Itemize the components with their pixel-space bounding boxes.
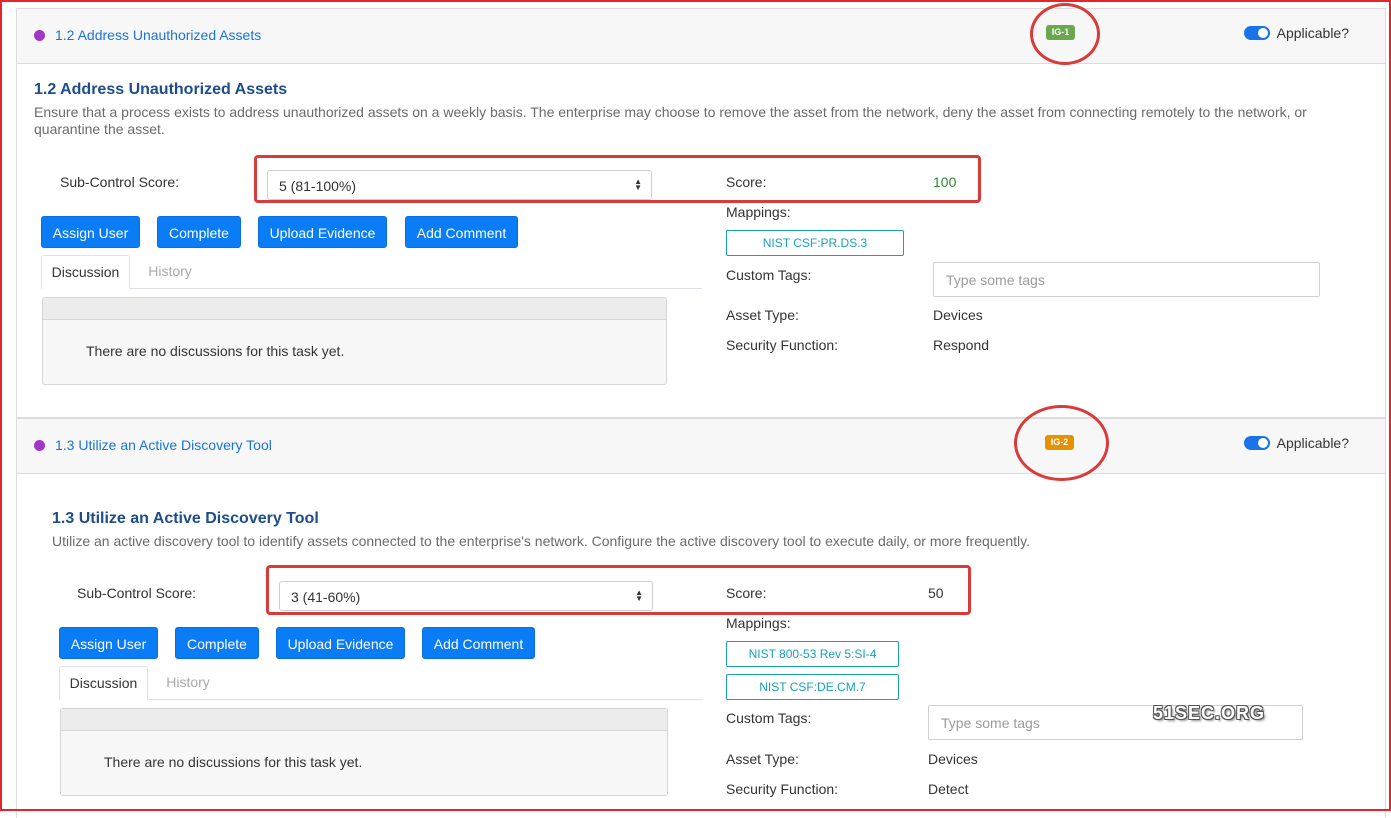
mapping-tag[interactable]: NIST CSF:DE.CM.7 [726,674,899,700]
custom-tags-label: Custom Tags: [726,267,812,283]
control-title: 1.3 Utilize an Active Discovery Tool [52,510,319,527]
upload-evidence-button[interactable]: Upload Evidence [276,627,405,659]
complete-button[interactable]: Complete [175,627,259,659]
control-header-title[interactable]: 1.3 Utilize an Active Discovery Tool [55,437,272,453]
tab-discussion[interactable]: Discussion [59,666,148,700]
control-title: 1.2 Address Unauthorized Assets [34,81,288,98]
annotation-box [266,565,971,615]
tab-history[interactable]: History [130,255,210,289]
discussion-panel: There are no discussions for this task y… [42,297,667,385]
mapping-tag[interactable]: NIST CSF:PR.DS.3 [726,230,904,256]
status-dot-icon [34,30,45,41]
applicable-toggle[interactable] [1243,436,1270,450]
asset-type-label: Asset Type: [726,751,799,767]
status-dot-icon [34,440,45,451]
control-description: Ensure that a process exists to address … [34,104,1307,137]
discussion-panel-header [43,298,666,320]
applicable-label: Applicable? [1276,25,1349,41]
annotation-circle [1030,3,1100,65]
custom-tags-label: Custom Tags: [726,710,812,726]
control-description: Utilize an active discovery tool to iden… [52,533,1030,549]
custom-tags-input[interactable]: Type some tags [933,262,1320,297]
control-card-1-2: 1.2 Address Unauthorized Assets IG-1 App… [16,3,1386,418]
control-card-1-3: 1.3 Utilize an Active Discovery Tool IG-… [16,405,1386,818]
empty-discussion-message: There are no discussions for this task y… [86,343,345,359]
empty-discussion-message: There are no discussions for this task y… [104,754,363,770]
applicable-label: Applicable? [1276,435,1349,451]
tab-history[interactable]: History [148,666,228,700]
applicable-toggle-group[interactable]: Applicable? [1243,25,1349,41]
complete-button[interactable]: Complete [157,216,241,248]
add-comment-button[interactable]: Add Comment [405,216,518,248]
assign-user-button[interactable]: Assign User [41,216,140,248]
mappings-label: Mappings: [726,204,791,220]
tab-discussion[interactable]: Discussion [41,255,130,289]
control-header[interactable]: 1.2 Address Unauthorized Assets IG-1 App… [17,3,1385,65]
discussion-tabs: Discussion History [59,666,703,700]
annotation-box [254,155,981,203]
asset-type-value: Devices [928,751,978,767]
subcontrol-score-label: Sub-Control Score: [77,585,197,601]
applicable-toggle[interactable] [1243,26,1270,40]
security-function-value: Respond [933,337,990,353]
add-comment-button[interactable]: Add Comment [422,627,535,659]
security-function-label: Security Function: [726,337,839,353]
discussion-panel: There are no discussions for this task y… [60,708,668,796]
discussion-tabs: Discussion History [41,255,702,289]
watermark: 51SEC.ORG [1153,703,1266,723]
annotation-circle [1014,405,1109,481]
applicable-toggle-group[interactable]: Applicable? [1243,435,1349,451]
asset-type-label: Asset Type: [726,307,799,323]
mapping-tag[interactable]: NIST 800-53 Rev 5:SI-4 [726,641,899,667]
security-function-value: Detect [928,781,969,797]
asset-type-value: Devices [933,307,983,323]
subcontrol-score-label: Sub-Control Score: [60,174,180,190]
control-header[interactable]: 1.3 Utilize an Active Discovery Tool IG-… [17,405,1385,481]
discussion-panel-header [61,709,667,731]
control-header-title[interactable]: 1.2 Address Unauthorized Assets [55,27,261,43]
upload-evidence-button[interactable]: Upload Evidence [258,216,387,248]
assign-user-button[interactable]: Assign User [59,627,158,659]
mappings-label: Mappings: [726,615,791,631]
security-function-label: Security Function: [726,781,839,797]
